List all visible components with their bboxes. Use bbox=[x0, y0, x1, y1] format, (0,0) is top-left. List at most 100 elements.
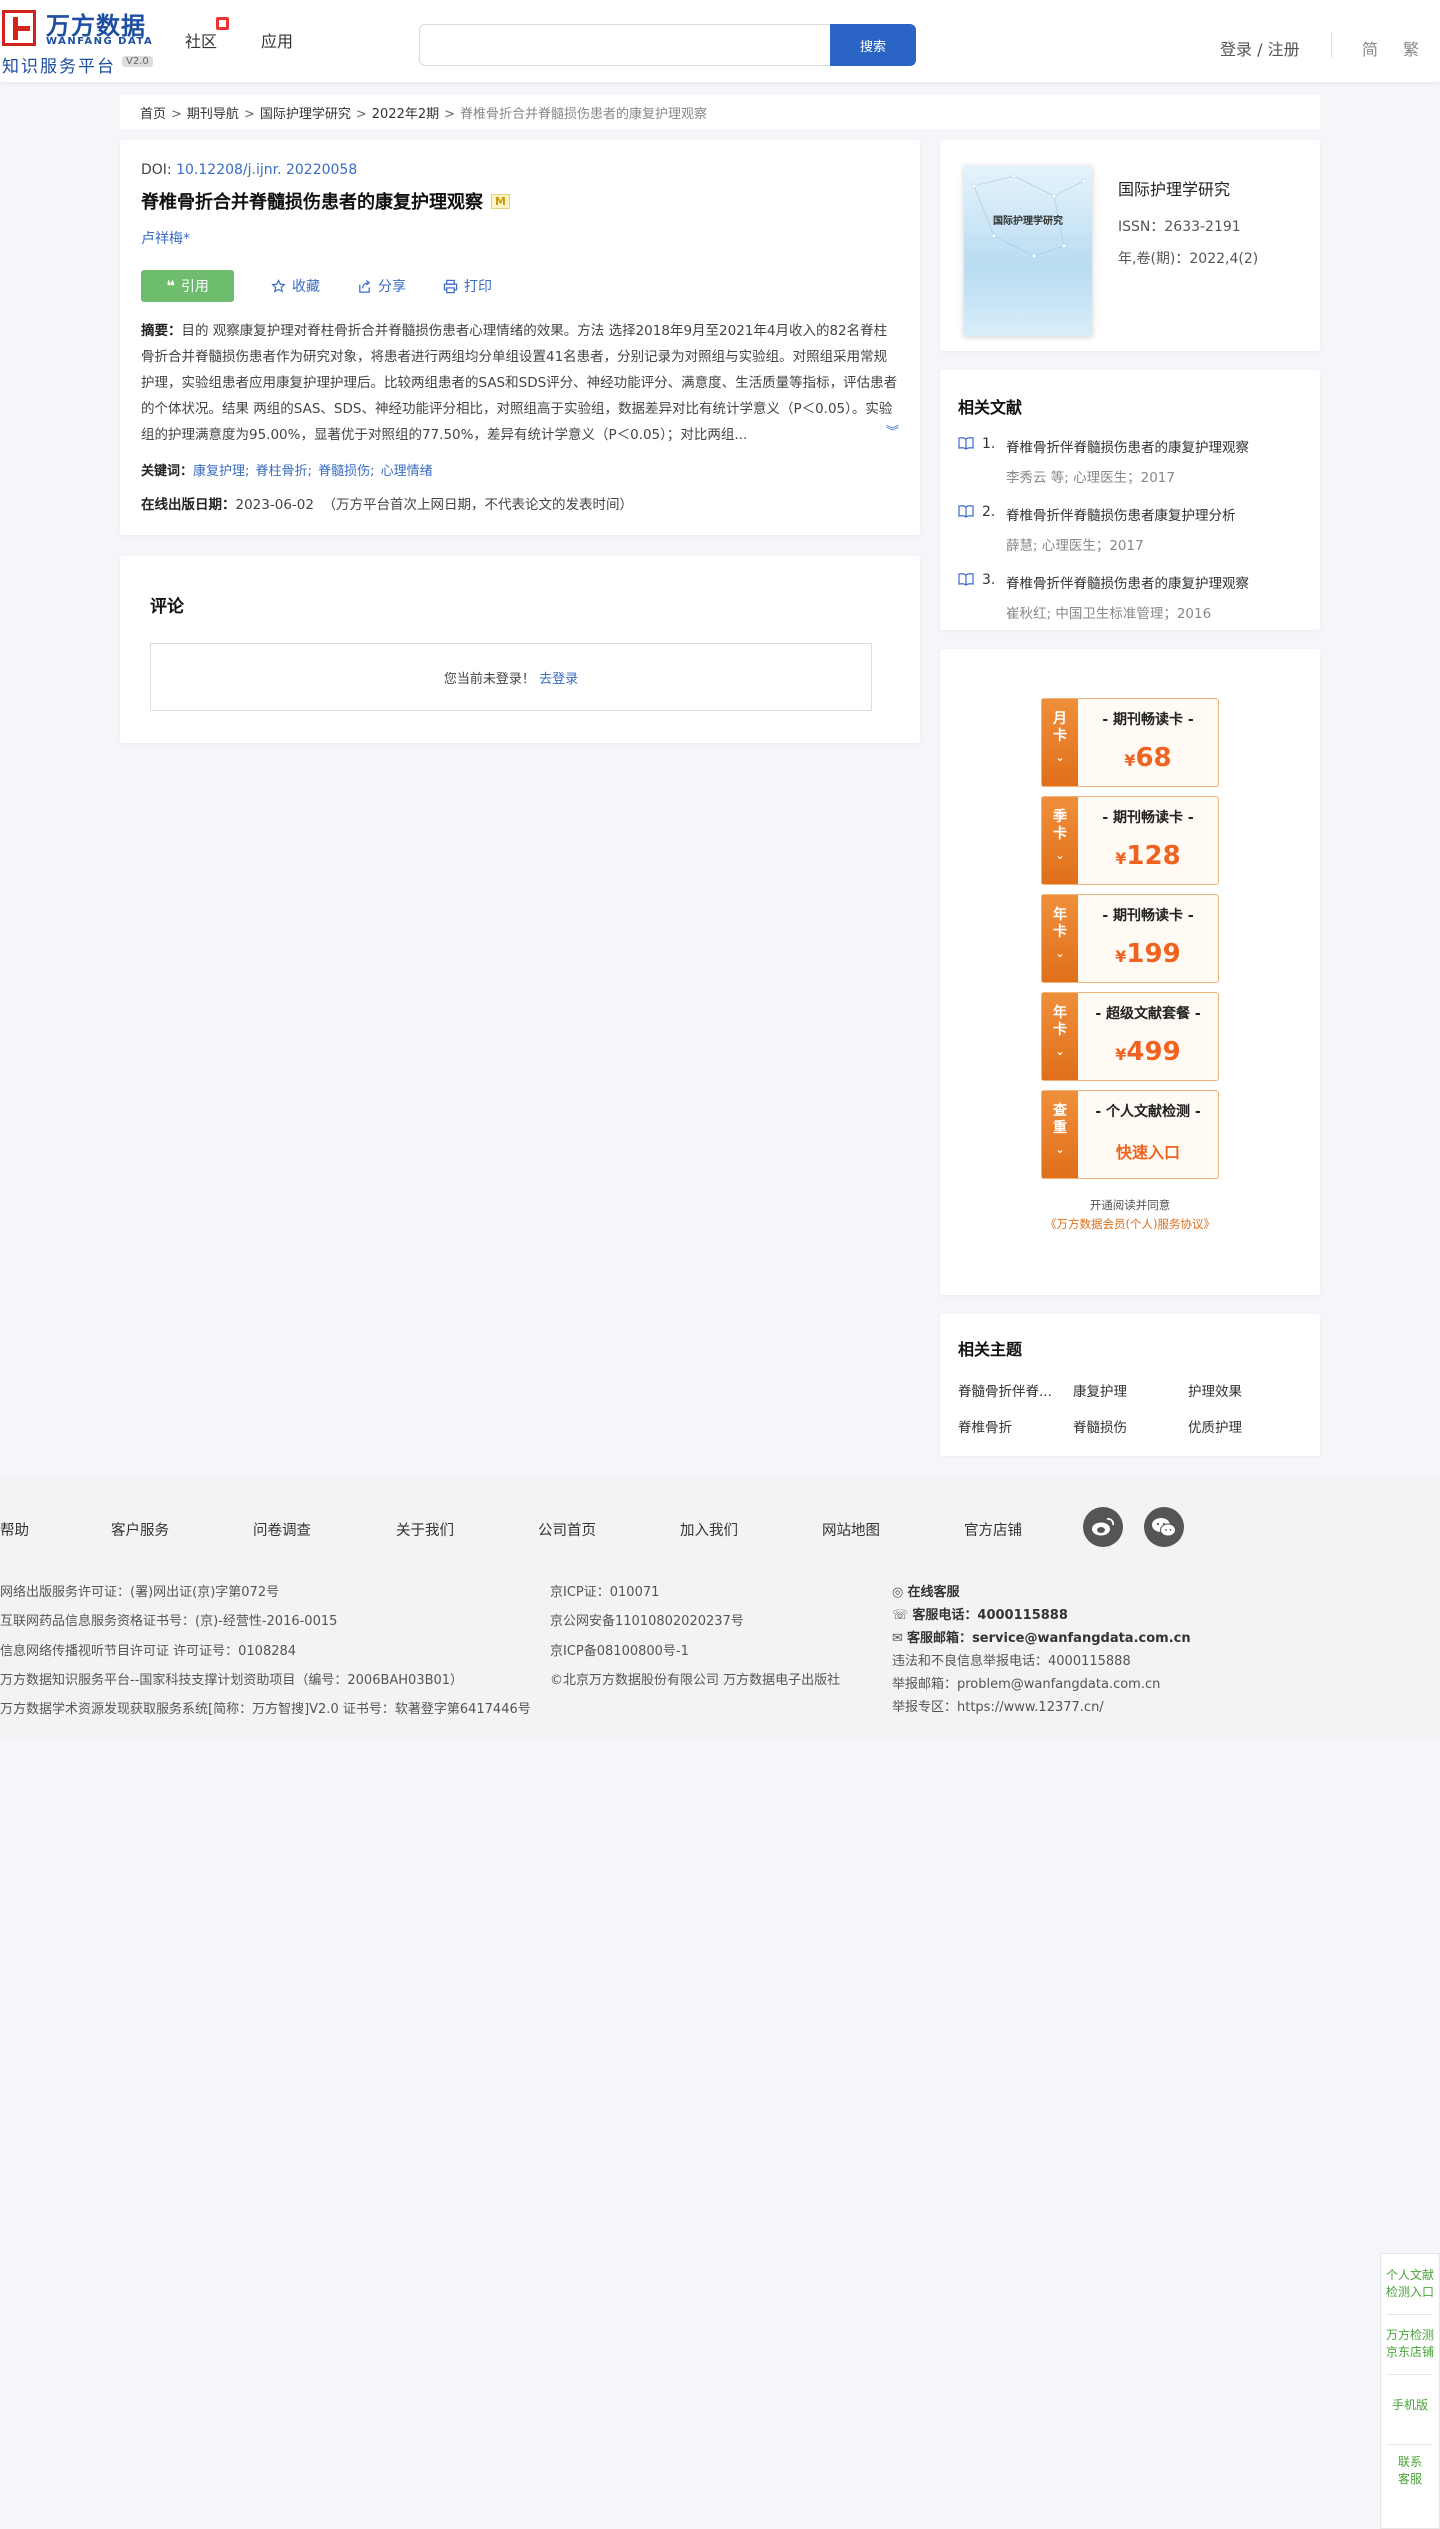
topic-link[interactable]: 护理效果 bbox=[1188, 1380, 1303, 1400]
print-button[interactable]: 打印 bbox=[442, 276, 492, 296]
breadcrumb-journal-nav[interactable]: 期刊导航 bbox=[187, 107, 239, 122]
keyword-link[interactable]: 心理情绪 bbox=[381, 464, 433, 479]
side-mobile[interactable]: 手机版 bbox=[1381, 2397, 1439, 2414]
side-char: 卡 bbox=[1053, 924, 1067, 940]
keyword-link[interactable]: 脊柱骨折; bbox=[256, 464, 312, 479]
service-phone: ☏ 客服电话：4000115888 bbox=[892, 1604, 1068, 1623]
side-personal-check[interactable]: 个人文献 检测入口 bbox=[1381, 2267, 1439, 2301]
side-char: 季 bbox=[1053, 809, 1067, 825]
collect-button[interactable]: 收藏 bbox=[270, 276, 320, 296]
side-text: 手机版 bbox=[1391, 2398, 1428, 2412]
related-num: 3. bbox=[982, 572, 996, 588]
card-side-tag: 月卡 ⌄ bbox=[1042, 699, 1078, 786]
quarterly-card-offer[interactable]: 季卡 ⌄ - 期刊畅读卡 - ¥128 bbox=[1041, 796, 1219, 885]
topics-title: 相关主题 bbox=[958, 1340, 1023, 1359]
keywords: 关键词：康复护理; 脊柱骨折; 脊髓损伤; 心理情绪 bbox=[141, 460, 899, 479]
related-title-link[interactable]: 脊椎骨折伴脊髓损伤患者的康复护理观察 bbox=[1006, 440, 1249, 456]
topic-link[interactable]: 脊椎骨折 bbox=[958, 1416, 1073, 1436]
side-text: 检测入口 bbox=[1385, 2285, 1434, 2299]
expand-abstract-icon[interactable]: ︾ bbox=[885, 420, 899, 446]
price-value: 68 bbox=[1135, 743, 1172, 773]
book-icon bbox=[958, 504, 974, 522]
related-title: 相关文献 bbox=[958, 398, 1023, 417]
cite-button[interactable]: ❝ 引用 bbox=[141, 270, 234, 302]
breadcrumb-journal[interactable]: 国际护理学研究 bbox=[260, 107, 351, 122]
topic-link[interactable]: 脊髓骨折伴脊... bbox=[958, 1380, 1073, 1400]
side-char: 年 bbox=[1053, 907, 1067, 923]
related-item: 1. 脊椎骨折伴脊髓损伤患者的康复护理观察 李秀云 等; 心理医生；2017 bbox=[958, 436, 1302, 486]
wechat-icon[interactable] bbox=[1144, 1507, 1184, 1547]
footer-link-sitemap[interactable]: 网站地图 bbox=[822, 1519, 880, 1540]
logo-version: V2.0 bbox=[122, 56, 153, 67]
report-phone: 违法和不良信息举报电话：4000115888 bbox=[892, 1654, 1131, 1669]
license-line: 网络出版服务许可证：(署)网出证(京)字第072号 bbox=[0, 1585, 280, 1600]
online-service-label: 在线客服 bbox=[907, 1585, 960, 1600]
footer-link-help[interactable]: 帮助 bbox=[0, 1519, 29, 1540]
lang-traditional[interactable]: 繁 bbox=[1403, 36, 1419, 60]
related-title-link[interactable]: 脊椎骨折伴脊髓损伤患者康复护理分析 bbox=[1006, 508, 1236, 524]
nav-community[interactable]: 社区 bbox=[185, 28, 217, 52]
super-package-offer[interactable]: 年卡 ⌄ - 超级文献套餐 - ¥499 bbox=[1041, 992, 1219, 1081]
weibo-icon[interactable] bbox=[1083, 1507, 1123, 1547]
double-down-icon: ⌄ bbox=[1055, 947, 1065, 960]
journal-cover[interactable]: 国际护理学研究 bbox=[964, 166, 1092, 336]
footer-link-store[interactable]: 官方店铺 bbox=[964, 1519, 1022, 1540]
footer-link-company[interactable]: 公司首页 bbox=[538, 1519, 596, 1540]
topic-grid: 脊髓骨折伴脊... 康复护理 护理效果 脊椎骨折 脊髓损伤 优质护理 bbox=[958, 1380, 1302, 1436]
related-meta: 李秀云 等; 心理医生；2017 bbox=[1006, 470, 1175, 486]
card-name: - 期刊畅读卡 - bbox=[1102, 810, 1194, 826]
wanfang-logo[interactable]: 万方数据 WANFANG DATA 知识服务平台 V2.0 bbox=[0, 6, 160, 77]
membership-card: 月卡 ⌄ - 期刊畅读卡 - ¥68 季卡 ⌄ - 期刊畅读卡 - ¥128 年卡 ⌄… bbox=[940, 649, 1320, 1295]
related-title-link[interactable]: 脊椎骨折伴脊髓损伤患者的康复护理观察 bbox=[1006, 576, 1249, 592]
related-literature-card: 相关文献 1. 脊椎骨折伴脊髓损伤患者的康复护理观察 李秀云 等; 心理医生；2… bbox=[940, 370, 1320, 630]
footer-link-survey[interactable]: 问卷调查 bbox=[253, 1519, 311, 1540]
card-price: ¥499 bbox=[1078, 1037, 1218, 1067]
breadcrumb-issue[interactable]: 2022年2期 bbox=[372, 107, 439, 122]
currency: ¥ bbox=[1115, 1045, 1127, 1064]
comments-title: 评论 bbox=[150, 597, 184, 617]
nav-apps[interactable]: 应用 bbox=[261, 28, 293, 52]
footer-link-about[interactable]: 关于我们 bbox=[396, 1519, 454, 1540]
keyword-link[interactable]: 康复护理; bbox=[193, 464, 249, 479]
floating-side-panel: 个人文献 检测入口 万方检测 京东店铺 手机版 联系 客服 bbox=[1380, 2253, 1440, 2529]
phone-icon: ☏ bbox=[892, 1608, 909, 1623]
cite-label: 引用 bbox=[180, 279, 209, 295]
go-login-link[interactable]: 去登录 bbox=[539, 668, 578, 687]
card-price: ¥128 bbox=[1078, 841, 1218, 871]
abstract-label: 摘要： bbox=[141, 323, 182, 339]
journal-name[interactable]: 国际护理学研究 bbox=[1118, 176, 1230, 200]
currency: ¥ bbox=[1115, 947, 1127, 966]
search-button[interactable]: 搜索 bbox=[830, 24, 916, 66]
related-topics-card: 相关主题 脊髓骨折伴脊... 康复护理 护理效果 脊椎骨折 脊髓损伤 优质护理 bbox=[940, 1314, 1320, 1456]
side-char: 查 bbox=[1053, 1103, 1067, 1119]
lang-simplified[interactable]: 简 bbox=[1362, 36, 1378, 60]
login-register-link[interactable]: 登录 / 注册 bbox=[1220, 36, 1300, 60]
plagiarism-check-offer[interactable]: 查重 ⌄ - 个人文献检测 - 快速入口 bbox=[1041, 1090, 1219, 1179]
annual-card-offer[interactable]: 年卡 ⌄ - 期刊畅读卡 - ¥199 bbox=[1041, 894, 1219, 983]
report-site: 举报专区：https://www.12377.cn/ bbox=[892, 1700, 1104, 1715]
footer-link-join[interactable]: 加入我们 bbox=[680, 1519, 738, 1540]
author-link[interactable]: 卢祥梅* bbox=[141, 228, 899, 248]
breadcrumb-home[interactable]: 首页 bbox=[140, 107, 166, 122]
side-jd-store[interactable]: 万方检测 京东店铺 bbox=[1381, 2327, 1439, 2361]
card-side-tag: 查重 ⌄ bbox=[1042, 1091, 1078, 1178]
side-contact-service[interactable]: 联系 客服 bbox=[1381, 2454, 1439, 2488]
footer-link-service[interactable]: 客户服务 bbox=[111, 1519, 169, 1540]
logo-en: WANFANG DATA bbox=[46, 36, 154, 47]
mail-icon: ✉ bbox=[892, 1631, 903, 1646]
doi-link[interactable]: 10.12208/j.ijnr. 20220058 bbox=[176, 162, 357, 178]
topic-link[interactable]: 康复护理 bbox=[1073, 1380, 1188, 1400]
search-input[interactable] bbox=[419, 24, 830, 66]
email-label: 客服邮箱： bbox=[907, 1631, 973, 1646]
breadcrumb: 首页 > 期刊导航 > 国际护理学研究 >2022年2期 > 脊椎骨折合并脊髓损伤患者的康复护… bbox=[120, 95, 1320, 129]
topic-link[interactable]: 脊髓损伤 bbox=[1073, 1416, 1188, 1436]
phone-label: 客服电话： bbox=[912, 1608, 978, 1623]
book-icon bbox=[958, 436, 974, 454]
book-icon bbox=[958, 572, 974, 590]
online-service[interactable]: ◎ 在线客服 bbox=[892, 1581, 960, 1600]
keyword-link[interactable]: 脊髓损伤; bbox=[318, 464, 374, 479]
agreement-link[interactable]: 《万方数据会员(个人)服务协议》 bbox=[940, 1216, 1320, 1232]
share-button[interactable]: 分享 bbox=[356, 276, 406, 296]
topic-link[interactable]: 优质护理 bbox=[1188, 1416, 1303, 1436]
monthly-card-offer[interactable]: 月卡 ⌄ - 期刊畅读卡 - ¥68 bbox=[1041, 698, 1219, 787]
